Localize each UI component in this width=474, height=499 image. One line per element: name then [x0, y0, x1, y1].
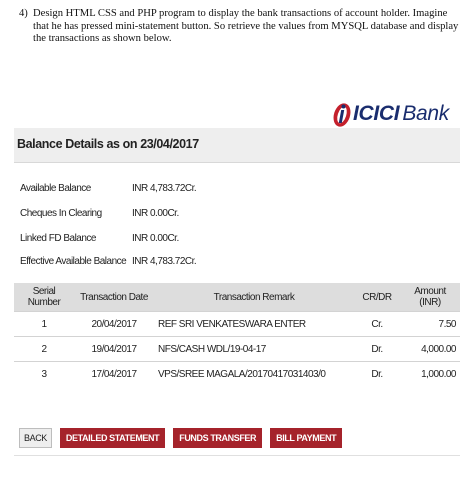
logo-name: ICICI [353, 102, 400, 125]
column-header-amount: Amount (INR) [400, 283, 460, 312]
column-header-crdr: CR/DR [354, 283, 400, 312]
transactions-table: Serial Number Transaction Date Transacti… [14, 283, 460, 386]
cell-remark: REF SRI VENKATESWARA ENTER [154, 311, 354, 337]
bill-payment-button[interactable]: BILL PAYMENT [270, 428, 343, 448]
table-row: 3 17/04/2017 VPS/SREE MAGALA/20170417031… [14, 361, 460, 386]
cell-crdr: Dr. [354, 336, 400, 362]
column-header-remark: Transaction Remark [154, 283, 354, 312]
cell-amount: 7.50 [400, 311, 460, 337]
cell-amount: 1,000.00 [400, 361, 460, 386]
column-header-serial: Serial Number [14, 283, 74, 312]
cell-date: 20/04/2017 [74, 311, 154, 337]
question-text: Design HTML CSS and PHP program to displ… [33, 8, 459, 45]
logo-suffix: Bank [402, 102, 450, 125]
balance-label: Available Balance [20, 183, 91, 194]
balance-value: INR 0.00Cr. [132, 208, 179, 219]
balance-label: Effective Available Balance [20, 256, 127, 267]
cell-amount: 4,000.00 [400, 336, 460, 362]
table-row: 2 19/04/2017 NFS/CASH WDL/19-04-17 Dr. 4… [14, 336, 460, 362]
icici-logo-mark-icon [330, 99, 352, 129]
cell-serial: 1 [14, 311, 74, 337]
icici-bank-logo: ICICI Bank [330, 97, 449, 131]
balance-value: INR 4,783.72Cr. [132, 183, 197, 194]
divider [14, 455, 460, 456]
balance-label: Linked FD Balance [20, 233, 97, 244]
table-header-row: Serial Number Transaction Date Transacti… [14, 283, 460, 312]
balance-value: INR 0.00Cr. [132, 233, 179, 244]
logo-wordmark: ICICI Bank [353, 102, 449, 126]
cell-remark: VPS/SREE MAGALA/20170417031403/0 [154, 361, 354, 386]
action-buttons: BACK DETAILED STATEMENT FUNDS TRANSFER B… [19, 428, 343, 448]
detailed-statement-button[interactable]: DETAILED STATEMENT [59, 428, 166, 448]
back-button[interactable]: BACK [19, 428, 52, 448]
question-number: 4) [19, 8, 28, 19]
cell-serial: 2 [14, 336, 74, 362]
cell-date: 19/04/2017 [74, 336, 154, 362]
cell-date: 17/04/2017 [74, 361, 154, 386]
cell-serial: 3 [14, 361, 74, 386]
question-text-block: 4) Design HTML CSS and PHP program to di… [19, 8, 459, 46]
cell-crdr: Dr. [354, 361, 400, 386]
column-header-date: Transaction Date [74, 283, 154, 312]
cell-crdr: Cr. [354, 311, 400, 337]
cell-remark: NFS/CASH WDL/19-04-17 [154, 336, 354, 362]
balance-label: Cheques In Clearing [20, 208, 102, 219]
funds-transfer-button[interactable]: FUNDS TRANSFER [173, 428, 263, 448]
balance-value: INR 4,783.72Cr. [132, 256, 197, 267]
balance-title: Balance Details as on 23/04/2017 [17, 137, 199, 151]
table-row: 1 20/04/2017 REF SRI VENKATESWARA ENTER … [14, 311, 460, 337]
